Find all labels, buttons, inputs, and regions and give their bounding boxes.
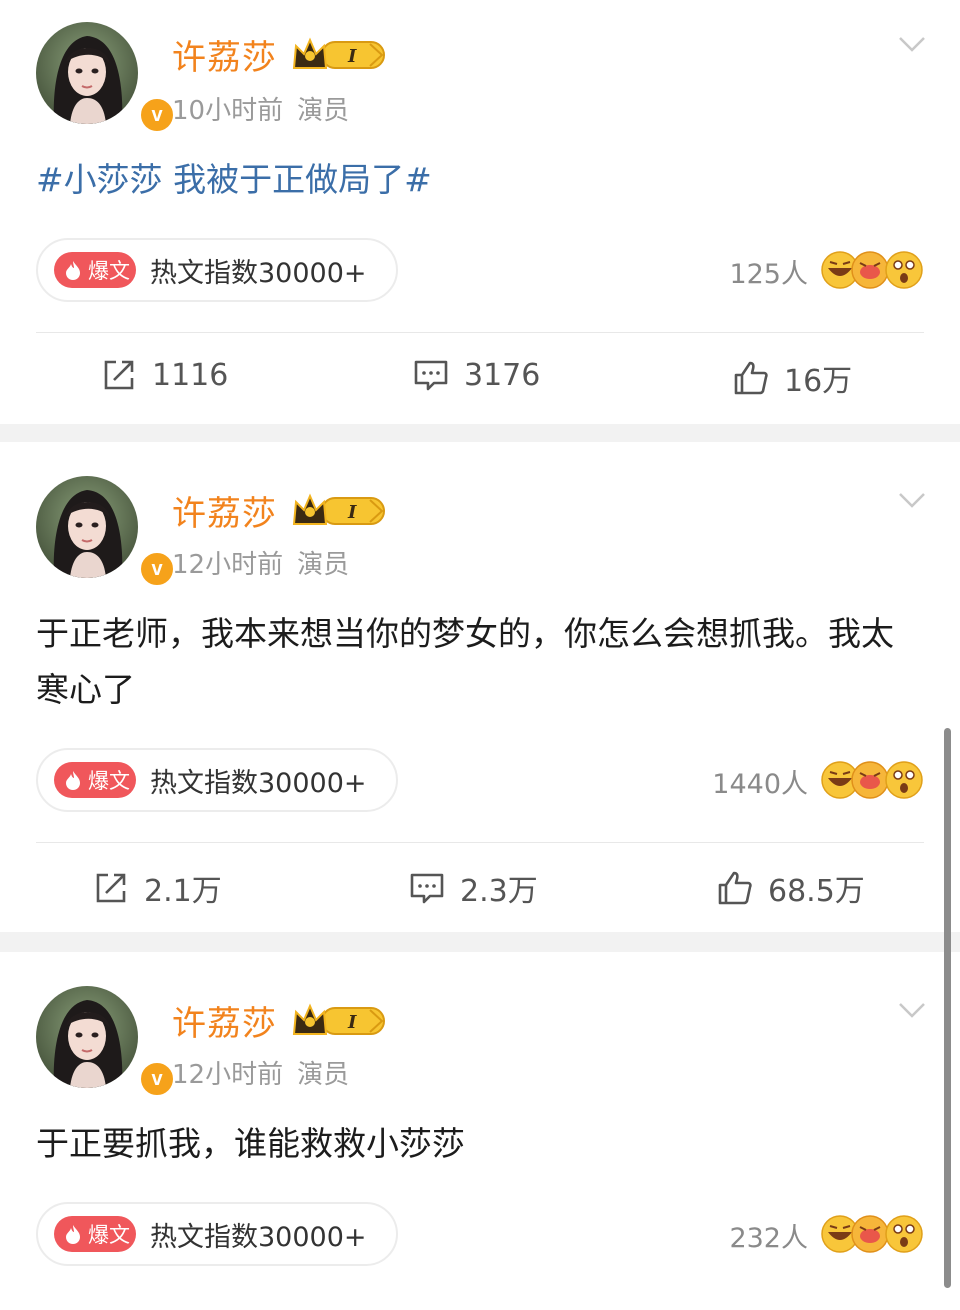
hot-badge: 爆文 [54, 252, 136, 288]
author-name[interactable]: 许荔莎 [172, 486, 277, 535]
comment-button[interactable]: 3176 [412, 356, 540, 394]
verified-badge: v [138, 96, 176, 134]
hot-index-text: 热文指数30000+ [150, 1221, 367, 1253]
post-meta: 12小时前 演员 [172, 1054, 349, 1091]
like-button[interactable]: 16万 [732, 356, 852, 400]
weibo-feed: v 许荔莎 I 10小时前 演员 #小莎莎 我被于正做局了# 爆文 热文指数300… [0, 0, 960, 1310]
avatar-image [36, 986, 138, 1088]
post-source: 演员 [297, 550, 350, 580]
crown-vip-badge-icon[interactable]: I [292, 36, 388, 74]
svg-text:I: I [347, 1012, 357, 1033]
laugh-cry-surprised-emoji-icons[interactable] [820, 760, 924, 800]
post-text-topic-link[interactable]: #小莎莎 我被于正做局了# [36, 152, 920, 208]
post-time: 10小时前 [172, 96, 284, 126]
thumbs-up-icon [718, 871, 752, 905]
flame-icon [66, 261, 80, 280]
chevron-down-icon[interactable] [898, 34, 926, 54]
reaction-count[interactable]: 125人 [729, 252, 808, 291]
avatar[interactable]: v [36, 22, 176, 134]
crown-vip-badge-icon[interactable]: I [292, 492, 388, 530]
hot-index-text: 热文指数30000+ [150, 257, 367, 289]
comment-icon [410, 873, 444, 904]
author-name[interactable]: 许荔莎 [172, 996, 277, 1045]
thumbs-up-icon [734, 361, 768, 395]
hot-badge: 爆文 [54, 762, 136, 798]
divider [36, 842, 924, 843]
svg-text:I: I [347, 46, 357, 67]
post-time: 12小时前 [172, 550, 284, 580]
verified-badge: v [138, 550, 176, 588]
hot-article-pill[interactable]: 爆文 热文指数30000+ [36, 238, 398, 302]
post-card[interactable]: v 许荔莎 I 12小时前 演员 于正要抓我，谁能救救小莎莎 爆文 热文指数300… [0, 952, 960, 1310]
scrollbar[interactable] [944, 728, 951, 1288]
chevron-down-icon[interactable] [898, 1000, 926, 1020]
verified-badge: v [138, 1060, 176, 1098]
comment-button[interactable]: 2.3万 [408, 866, 538, 910]
flame-icon [66, 771, 80, 790]
repost-icon [104, 360, 134, 390]
post-meta: 12小时前 演员 [172, 544, 349, 581]
post-source: 演员 [297, 1060, 350, 1090]
hot-badge: 爆文 [54, 1216, 136, 1252]
hot-article-pill[interactable]: 爆文 热文指数30000+ [36, 1202, 398, 1266]
avatar[interactable]: v [36, 476, 176, 588]
post-card[interactable]: v 许荔莎 I 10小时前 演员 #小莎莎 我被于正做局了# 爆文 热文指数300… [0, 0, 960, 424]
author-name[interactable]: 许荔莎 [172, 30, 277, 79]
crown-vip-badge-icon[interactable]: I [292, 1002, 388, 1040]
divider [36, 332, 924, 333]
repost-icon [96, 873, 126, 903]
like-button[interactable]: 68.5万 [716, 866, 865, 910]
laugh-cry-surprised-emoji-icons[interactable] [820, 1214, 924, 1254]
repost-button[interactable]: 2.1万 [92, 866, 222, 910]
post-source: 演员 [297, 96, 350, 126]
post-text[interactable]: 于正要抓我，谁能救救小莎莎 [36, 1116, 920, 1172]
avatar-image [36, 22, 138, 124]
post-text[interactable]: 于正老师，我本来想当你的梦女的，你怎么会想抓我。我太寒心了 [36, 606, 920, 718]
chevron-down-icon[interactable] [898, 490, 926, 510]
post-meta: 10小时前 演员 [172, 90, 349, 127]
avatar[interactable]: v [36, 986, 176, 1098]
svg-text:I: I [347, 502, 357, 523]
laugh-cry-surprised-emoji-icons[interactable] [820, 250, 924, 290]
hot-article-pill[interactable]: 爆文 热文指数30000+ [36, 748, 398, 812]
reaction-count[interactable]: 1440人 [712, 762, 808, 801]
comment-icon [414, 360, 448, 391]
post-card[interactable]: v 许荔莎 I 12小时前 演员 于正老师，我本来想当你的梦女的，你怎么会想抓我。… [0, 442, 960, 932]
hot-index-text: 热文指数30000+ [150, 767, 367, 799]
repost-button[interactable]: 1116 [100, 356, 228, 394]
flame-icon [66, 1225, 80, 1244]
post-time: 12小时前 [172, 1060, 284, 1090]
reaction-count[interactable]: 232人 [729, 1216, 808, 1255]
avatar-image [36, 476, 138, 578]
